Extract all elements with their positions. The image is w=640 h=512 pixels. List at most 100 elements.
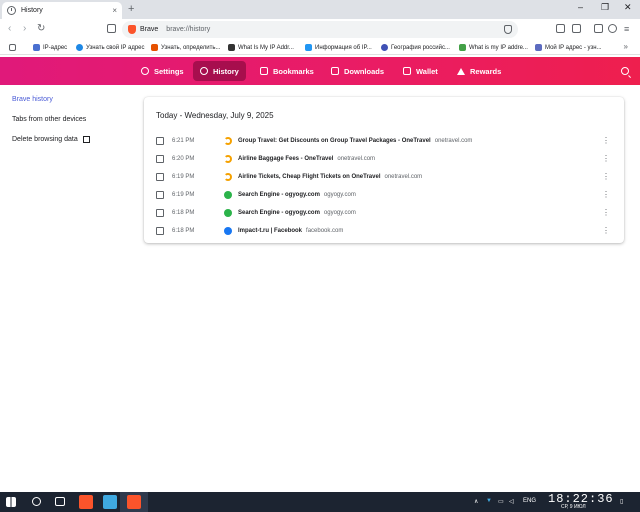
tray-chevron-icon[interactable]: ∧ <box>474 498 478 505</box>
ogyogy-icon <box>224 209 232 217</box>
tab-close-icon[interactable]: × <box>112 6 117 15</box>
bookmark-favicon-icon <box>151 44 158 51</box>
bookmark-item[interactable]: География российс... <box>381 42 450 53</box>
bookmark-item[interactable]: What Is My IP Addr... <box>228 42 294 53</box>
bookmark-item[interactable]: IP-адрес <box>33 42 67 53</box>
row-checkbox[interactable] <box>156 209 164 217</box>
extensions-icon[interactable] <box>556 24 565 33</box>
maximize-button[interactable]: ❐ <box>601 2 609 13</box>
notifications-icon[interactable]: ▯ <box>620 498 623 505</box>
minimize-button[interactable]: – <box>578 2 583 12</box>
row-title[interactable]: Airline Tickets, Cheap Flight Tickets on… <box>238 174 422 180</box>
date-heading: Today - Wednesday, July 9, 2025 <box>156 111 274 120</box>
brave-active-taskbar-icon[interactable] <box>127 495 141 509</box>
row-checkbox[interactable] <box>156 227 164 235</box>
start-button-icon[interactable] <box>6 497 16 507</box>
search-taskbar-icon[interactable] <box>32 497 41 506</box>
nav-rewards[interactable]: Rewards <box>450 61 508 81</box>
nav-bookmarks[interactable]: Bookmarks <box>253 61 321 81</box>
bookmark-item[interactable]: Информация об IP... <box>305 42 372 53</box>
tab-history[interactable]: History × <box>2 2 122 19</box>
external-link-icon <box>82 136 90 143</box>
row-domain: ogyogy.com <box>323 192 356 198</box>
bookmark-item[interactable]: Узнать, определить... <box>151 42 220 53</box>
bookmark-item[interactable]: Мой IP адрес - узн... <box>535 42 602 53</box>
row-title[interactable]: Group Travel: Get Discounts on Group Tra… <box>238 138 472 144</box>
bookmark-item[interactable]: What is my IP addre... <box>459 42 528 53</box>
row-title[interactable]: Airline Baggage Fees - OneTravel onetrave… <box>238 156 375 162</box>
back-button[interactable]: ‹ <box>8 23 11 35</box>
wallet-toolbar-icon[interactable] <box>608 24 617 33</box>
row-time: 6:19 PM <box>172 192 195 198</box>
wallet-icon <box>403 67 411 75</box>
row-domain: facebook.com <box>306 228 344 234</box>
onetravel-icon <box>224 173 232 181</box>
row-menu-icon[interactable]: ⋮ <box>602 209 610 217</box>
row-domain: onetravel.com <box>384 174 423 180</box>
tab-title: History <box>21 7 43 14</box>
onetravel-icon <box>224 137 232 145</box>
row-domain: onetravel.com <box>434 138 473 144</box>
network-icon[interactable]: ▭ <box>498 498 504 505</box>
language-indicator[interactable]: ENG <box>523 498 536 504</box>
address-bar[interactable]: Brave brave://history <box>122 21 518 38</box>
shields-icon[interactable] <box>504 25 512 34</box>
history-row[interactable]: 6:18 PM Search Engine - ogyogy.com ogyogy… <box>144 204 624 222</box>
row-title[interactable]: Impact-t.ru | Facebook facebook.com <box>238 228 343 234</box>
omnibox-url[interactable]: brave://history <box>166 26 210 33</box>
sidebar-item-brave-history[interactable]: Brave history <box>12 96 53 103</box>
row-checkbox[interactable] <box>156 173 164 181</box>
row-title[interactable]: Search Engine - ogyogy.com ogyogy.com <box>238 210 356 216</box>
row-menu-icon[interactable]: ⋮ <box>602 155 610 163</box>
apps-icon[interactable] <box>9 42 19 53</box>
bookmarks-overflow-icon[interactable]: » <box>624 42 628 51</box>
search-icon[interactable] <box>621 67 629 75</box>
sidebar-item-delete-browsing-data[interactable]: Delete browsing data <box>12 136 90 143</box>
file-explorer-icon[interactable] <box>103 495 117 509</box>
facebook-icon <box>224 227 232 235</box>
bookmark-item[interactable]: Узнать свой IP адрес <box>76 42 145 53</box>
bookmark-favicon-icon <box>76 44 83 51</box>
tab-strip: History × + – ❐ ✕ <box>0 0 640 19</box>
row-checkbox[interactable] <box>156 137 164 145</box>
row-title[interactable]: Search Engine - ogyogy.com ogyogy.com <box>238 192 356 198</box>
nav-history[interactable]: History <box>193 61 246 81</box>
sidebar-item-tabs-other-devices[interactable]: Tabs from other devices <box>12 116 86 123</box>
new-tab-button[interactable]: + <box>128 3 134 15</box>
bookmark-favicon-icon <box>535 44 542 51</box>
row-menu-icon[interactable]: ⋮ <box>602 191 610 199</box>
row-domain: onetravel.com <box>337 156 376 162</box>
history-row[interactable]: 6:19 PM Search Engine - ogyogy.com ogyogy… <box>144 186 624 204</box>
brave-taskbar-icon[interactable] <box>79 495 93 509</box>
history-row[interactable]: 6:20 PM Airline Baggage Fees - OneTravel… <box>144 150 624 168</box>
bookmark-page-icon[interactable] <box>107 24 116 33</box>
history-row[interactable]: 6:18 PM Impact-t.ru | Facebook facebook.c… <box>144 222 624 240</box>
share-icon[interactable] <box>572 24 581 33</box>
history-card: Today - Wednesday, July 9, 2025 6:21 PM … <box>144 97 624 243</box>
history-row[interactable]: 6:21 PM Group Travel: Get Discounts on G… <box>144 132 624 150</box>
row-menu-icon[interactable]: ⋮ <box>602 173 610 181</box>
volume-icon[interactable]: ◁ <box>509 498 514 505</box>
close-window-button[interactable]: ✕ <box>624 2 632 13</box>
row-checkbox[interactable] <box>156 191 164 199</box>
row-menu-icon[interactable]: ⋮ <box>602 227 610 235</box>
task-view-icon[interactable] <box>55 497 65 506</box>
nav-settings[interactable]: Settings <box>134 61 191 81</box>
history-header: Settings History Bookmarks Downloads Wal… <box>0 57 640 85</box>
sidebar-icon[interactable] <box>594 24 603 33</box>
row-menu-icon[interactable]: ⋮ <box>602 137 610 145</box>
row-checkbox[interactable] <box>156 155 164 163</box>
nav-wallet[interactable]: Wallet <box>396 61 445 81</box>
tray-app-icon[interactable]: ▼ <box>486 498 492 504</box>
brave-shield-icon <box>128 25 136 34</box>
download-icon <box>331 67 339 75</box>
history-clock-icon <box>7 6 16 15</box>
bookmark-favicon-icon <box>228 44 235 51</box>
forward-button[interactable]: › <box>23 23 26 35</box>
row-time: 6:20 PM <box>172 156 195 162</box>
nav-downloads[interactable]: Downloads <box>324 61 391 81</box>
history-row[interactable]: 6:19 PM Airline Tickets, Cheap Flight Ti… <box>144 168 624 186</box>
menu-icon[interactable]: ≡ <box>624 23 629 35</box>
onetravel-icon <box>224 155 232 163</box>
reload-button[interactable]: ↻ <box>37 23 45 35</box>
